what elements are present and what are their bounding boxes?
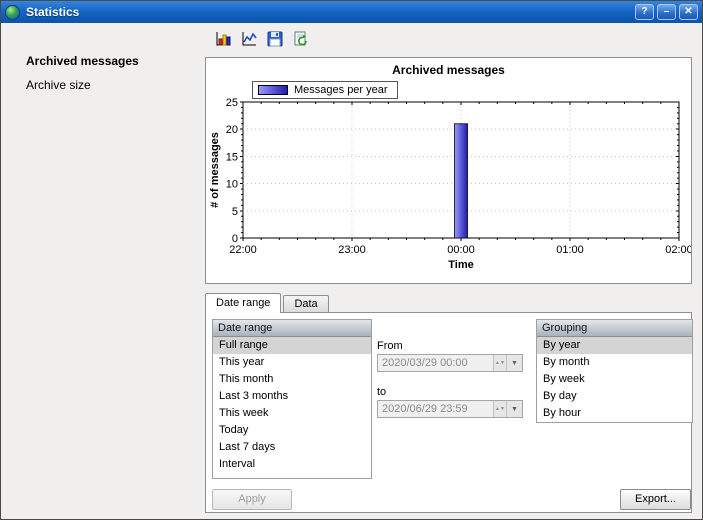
svg-text:20: 20 (226, 124, 238, 136)
grouping-item[interactable]: By month (537, 354, 692, 371)
date-range-item[interactable]: Last 7 days (213, 439, 371, 456)
toolbar (213, 29, 311, 49)
svg-text:15: 15 (226, 151, 238, 163)
grouping-item[interactable]: By week (537, 371, 692, 388)
to-spinner-icon[interactable]: ▲▼ (493, 401, 506, 417)
svg-text:22:00: 22:00 (229, 244, 257, 256)
from-dropdown-arrow-icon[interactable]: ▼ (506, 355, 522, 371)
svg-text:00:00: 00:00 (447, 244, 475, 256)
svg-text:01:00: 01:00 (556, 244, 584, 256)
svg-text:5: 5 (232, 206, 238, 218)
from-datetime-input[interactable]: 2020/03/29 00:00 ▲▼ ▼ (377, 354, 523, 372)
legend-swatch (258, 85, 288, 95)
date-range-item[interactable]: Full range (213, 337, 371, 354)
chart-panel: Archived messages Messages per year 0510… (205, 57, 692, 284)
date-range-item[interactable]: This week (213, 405, 371, 422)
grouping-item[interactable]: By day (537, 388, 692, 405)
to-label: to (377, 386, 386, 398)
from-spinner-icon[interactable]: ▲▼ (493, 355, 506, 371)
grouping-item[interactable]: By hour (537, 405, 692, 422)
close-button[interactable]: ✕ (679, 4, 698, 20)
grouping-list-header: Grouping (537, 320, 692, 337)
chart-plot: 051015202522:0023:0000:0001:0002:00Time#… (207, 98, 691, 283)
date-range-list-items: Full rangeThis yearThis monthLast 3 mont… (213, 337, 371, 473)
tab-bar: Date rangeData (205, 293, 331, 313)
chart-legend: Messages per year (252, 81, 398, 99)
sidebar-item-archive-size[interactable]: Archive size (1, 73, 196, 97)
svg-text:10: 10 (226, 179, 238, 191)
svg-text:# of messages: # of messages (209, 132, 221, 208)
bar-chart-icon[interactable] (213, 30, 233, 49)
to-datetime-input[interactable]: 2020/06/29 23:59 ▲▼ ▼ (377, 400, 523, 418)
tab-data[interactable]: Data (283, 295, 328, 313)
chart-title: Archived messages (206, 63, 691, 77)
date-range-item[interactable]: Last 3 months (213, 388, 371, 405)
save-icon[interactable] (265, 30, 285, 49)
title-bar: Statistics ?–✕ (1, 1, 702, 23)
window-controls: ?–✕ (632, 4, 698, 20)
apply-button[interactable]: Apply (212, 489, 292, 510)
grouping-item[interactable]: By year (537, 337, 692, 354)
help-button[interactable]: ? (635, 4, 654, 20)
to-datetime-value: 2020/06/29 23:59 (378, 401, 493, 417)
sidebar: Archived messagesArchive size (1, 23, 196, 519)
export-button[interactable]: Export... (620, 489, 691, 510)
date-range-list-header: Date range (213, 320, 371, 337)
line-chart-icon[interactable] (239, 30, 259, 49)
svg-text:Time: Time (448, 259, 473, 271)
export-refresh-icon[interactable] (291, 30, 311, 49)
tab-date-range[interactable]: Date range (205, 293, 281, 313)
svg-text:23:00: 23:00 (338, 244, 366, 256)
date-range-item[interactable]: Interval (213, 456, 371, 473)
legend-label: Messages per year (294, 84, 388, 96)
grouping-list-items: By yearBy monthBy weekBy dayBy hour (537, 337, 692, 422)
svg-text:02:00: 02:00 (665, 244, 691, 256)
from-label: From (377, 340, 403, 352)
date-range-tab-panel: Date range Full rangeThis yearThis month… (205, 312, 692, 513)
date-range-item[interactable]: This month (213, 371, 371, 388)
to-dropdown-arrow-icon[interactable]: ▼ (506, 401, 522, 417)
date-range-item[interactable]: This year (213, 354, 371, 371)
date-range-item[interactable]: Today (213, 422, 371, 439)
minimize-button[interactable]: – (657, 4, 676, 20)
svg-text:25: 25 (226, 98, 238, 109)
date-range-listbox: Date range Full rangeThis yearThis month… (212, 319, 372, 479)
statistics-window: Statistics ?–✕ Archived messagesArchive … (0, 0, 703, 520)
window-title: Statistics (26, 5, 632, 19)
app-globe-icon (5, 5, 20, 20)
grouping-listbox: Grouping By yearBy monthBy weekBy dayBy … (536, 319, 693, 423)
sidebar-item-archived-messages[interactable]: Archived messages (1, 49, 196, 73)
from-datetime-value: 2020/03/29 00:00 (378, 355, 493, 371)
